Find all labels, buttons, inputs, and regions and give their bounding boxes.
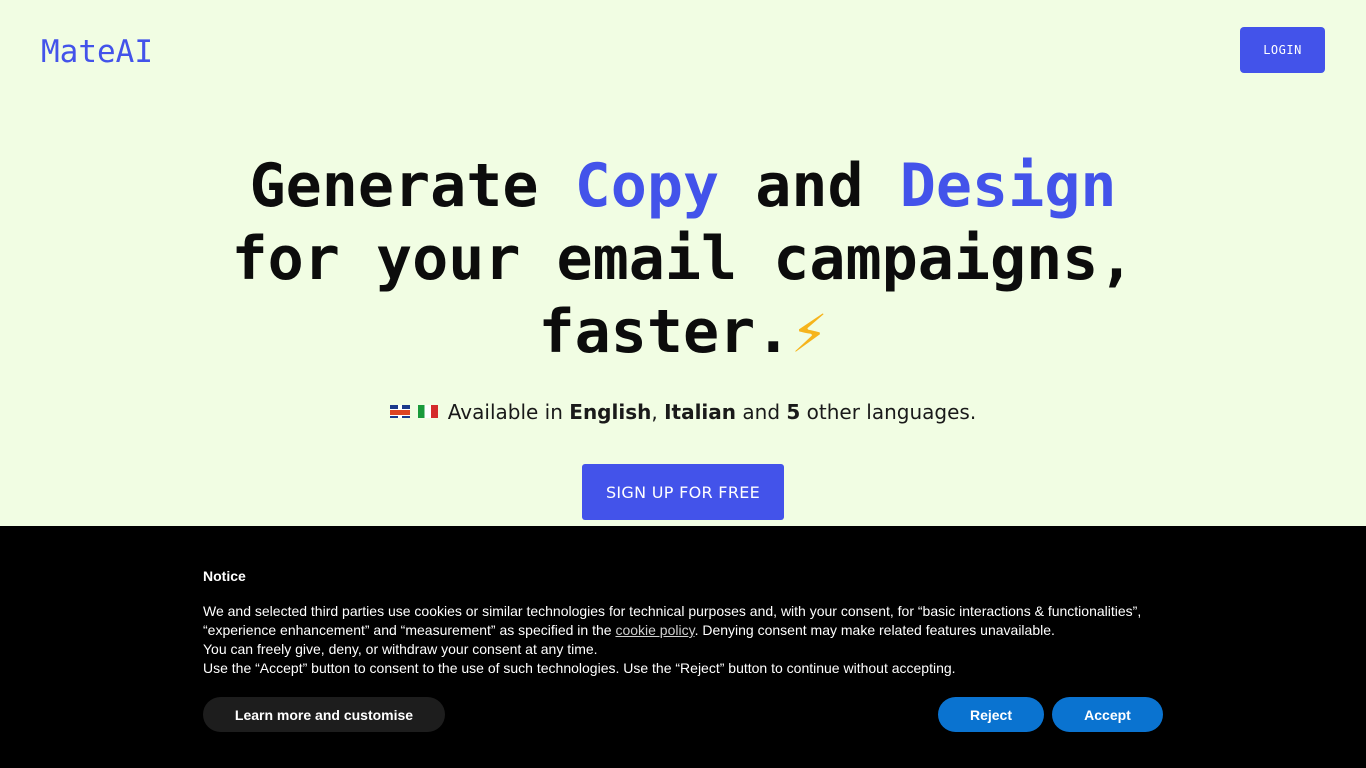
hero-word-faster: faster.: [538, 297, 792, 367]
cookie-text: We and selected third parties use cookie…: [203, 602, 1173, 678]
languages-suffix: other languages.: [806, 400, 977, 424]
signup-button[interactable]: SIGN UP FOR FREE: [582, 464, 784, 520]
hero-word-and: and: [755, 151, 864, 221]
cookie-title: Notice: [203, 568, 246, 584]
learn-more-button[interactable]: Learn more and customise: [203, 697, 445, 732]
reject-button[interactable]: Reject: [938, 697, 1044, 732]
hero-headline: Generate Copy and Design for your email …: [0, 150, 1366, 369]
italy-flag-icon: [417, 405, 438, 418]
hero-line-3: faster.⚡: [0, 296, 1366, 369]
uk-flag-icon: [389, 405, 410, 418]
login-button[interactable]: LOGIN: [1240, 27, 1325, 73]
cookie-banner: Notice We and selected third parties use…: [0, 526, 1366, 768]
hero-line-2: for your email campaigns,: [231, 224, 1135, 294]
hero-word-design: Design: [899, 151, 1117, 221]
accept-button[interactable]: Accept: [1052, 697, 1163, 732]
languages-prefix: Available in: [447, 400, 563, 424]
languages-and: and: [742, 400, 781, 424]
language-english: English: [569, 400, 652, 424]
cookie-policy-link[interactable]: cookie policy: [615, 622, 694, 638]
logo[interactable]: MateAI: [41, 34, 153, 70]
lightning-icon: ⚡: [791, 297, 828, 367]
languages-count: 5: [786, 400, 801, 424]
cookie-text-line-1: We and selected third parties use cookie…: [203, 602, 1173, 640]
hero-line-1: Generate Copy and Design: [0, 150, 1366, 223]
languages-line: Available in English, Italian and 5 othe…: [0, 400, 1366, 424]
languages-separator: ,: [651, 400, 658, 424]
hero-word-copy: Copy: [574, 151, 720, 221]
cookie-text-line-2: You can freely give, deny, or withdraw y…: [203, 641, 598, 657]
cookie-text-line-3: Use the “Accept” button to consent to th…: [203, 660, 956, 676]
hero-word-generate: Generate: [249, 151, 539, 221]
language-italian: Italian: [664, 400, 737, 424]
cookie-text-after-link: . Denying consent may make related featu…: [694, 622, 1055, 638]
